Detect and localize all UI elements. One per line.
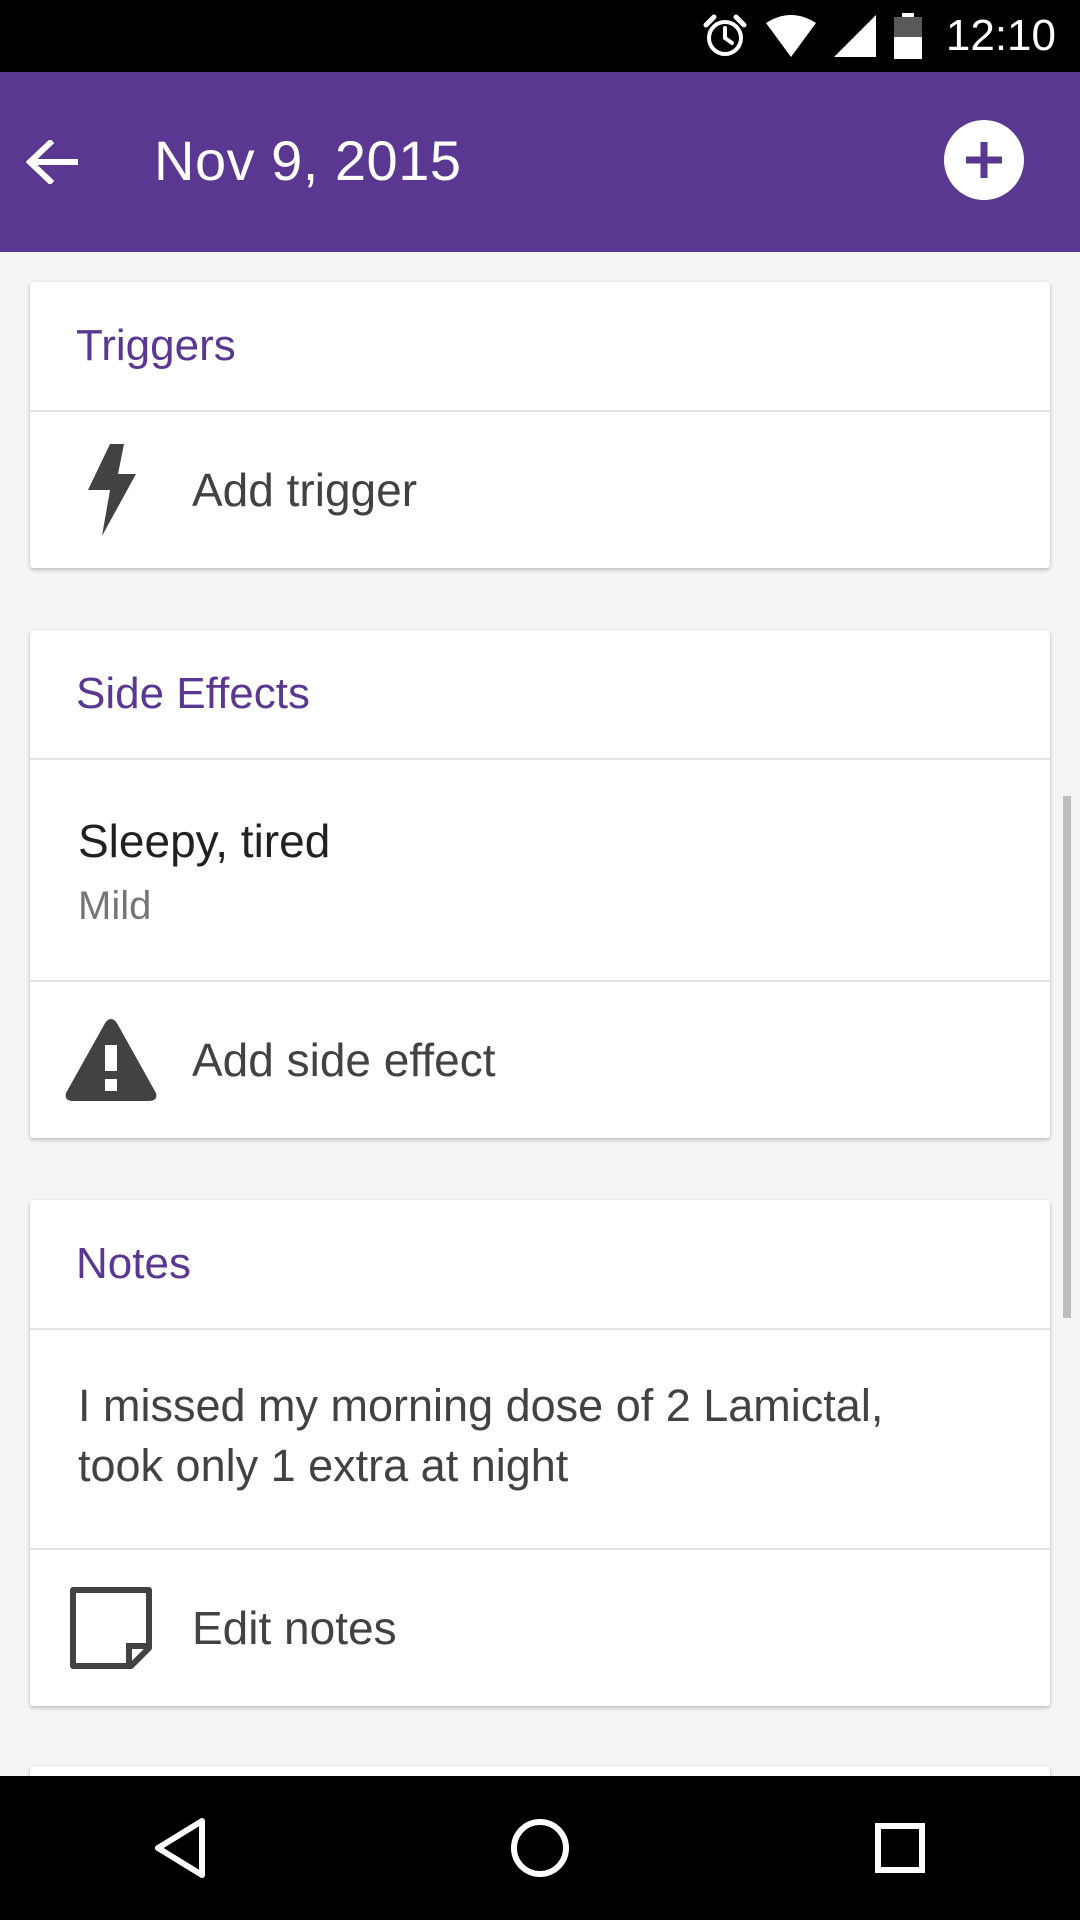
- add-side-effect-button[interactable]: Add side effect: [30, 982, 1050, 1138]
- triggers-header: Triggers: [30, 282, 1050, 412]
- battery-icon: [893, 13, 922, 59]
- nav-back-button[interactable]: [110, 1793, 250, 1903]
- alarm-icon: [702, 13, 748, 59]
- signal-icon: [833, 15, 876, 57]
- side-effect-item[interactable]: Sleepy, tired Mild: [30, 760, 1050, 982]
- edit-notes-button[interactable]: Edit notes: [30, 1550, 1050, 1706]
- side-effects-header: Side Effects: [30, 630, 1050, 760]
- notes-card: Notes I missed my morning dose of 2 Lami…: [30, 1200, 1050, 1706]
- status-time: 12:10: [945, 11, 1056, 60]
- notes-text: I missed my morning dose of 2 Lamictal, …: [30, 1330, 1050, 1550]
- add-circle-icon: [966, 142, 1002, 178]
- app-bar: Nov 9, 2015: [0, 72, 1080, 252]
- back-button[interactable]: [14, 124, 90, 200]
- home-circle-icon: [511, 1819, 569, 1877]
- nav-bar: [0, 1776, 1080, 1920]
- notes-line-1: I missed my morning dose of 2 Lamictal,: [78, 1380, 884, 1431]
- warning-icon: [65, 1019, 157, 1101]
- status-bar: 12:10: [0, 0, 1080, 72]
- notes-line-2: took only 1 extra at night: [78, 1440, 569, 1491]
- side-effect-severity: Mild: [78, 884, 152, 928]
- notes-header: Notes: [30, 1200, 1050, 1330]
- nav-home-button[interactable]: [470, 1793, 610, 1903]
- scrollbar[interactable]: [1063, 796, 1071, 1318]
- add-side-effect-label: Add side effect: [192, 1034, 496, 1086]
- next-card: [30, 1766, 1050, 1776]
- wifi-icon: [765, 15, 816, 57]
- nav-recents-button[interactable]: [830, 1793, 970, 1903]
- add-trigger-label: Add trigger: [192, 464, 418, 516]
- note-icon: [70, 1587, 152, 1669]
- arrow-back-icon: [26, 140, 78, 184]
- page-title: Nov 9, 2015: [154, 129, 462, 192]
- back-triangle-icon: [155, 1818, 205, 1878]
- side-effects-card: Side Effects Sleepy, tired Mild Add side…: [30, 630, 1050, 1138]
- content-scroll[interactable]: Triggers Add trigger Side Effects Sleepy…: [0, 252, 1080, 1776]
- triggers-card: Triggers Add trigger: [30, 282, 1050, 568]
- side-effect-name: Sleepy, tired: [78, 815, 331, 867]
- recents-square-icon: [875, 1823, 925, 1873]
- add-button[interactable]: [944, 120, 1024, 200]
- lightning-icon: [88, 444, 136, 536]
- add-trigger-button[interactable]: Add trigger: [30, 412, 1050, 568]
- edit-notes-label: Edit notes: [192, 1602, 397, 1654]
